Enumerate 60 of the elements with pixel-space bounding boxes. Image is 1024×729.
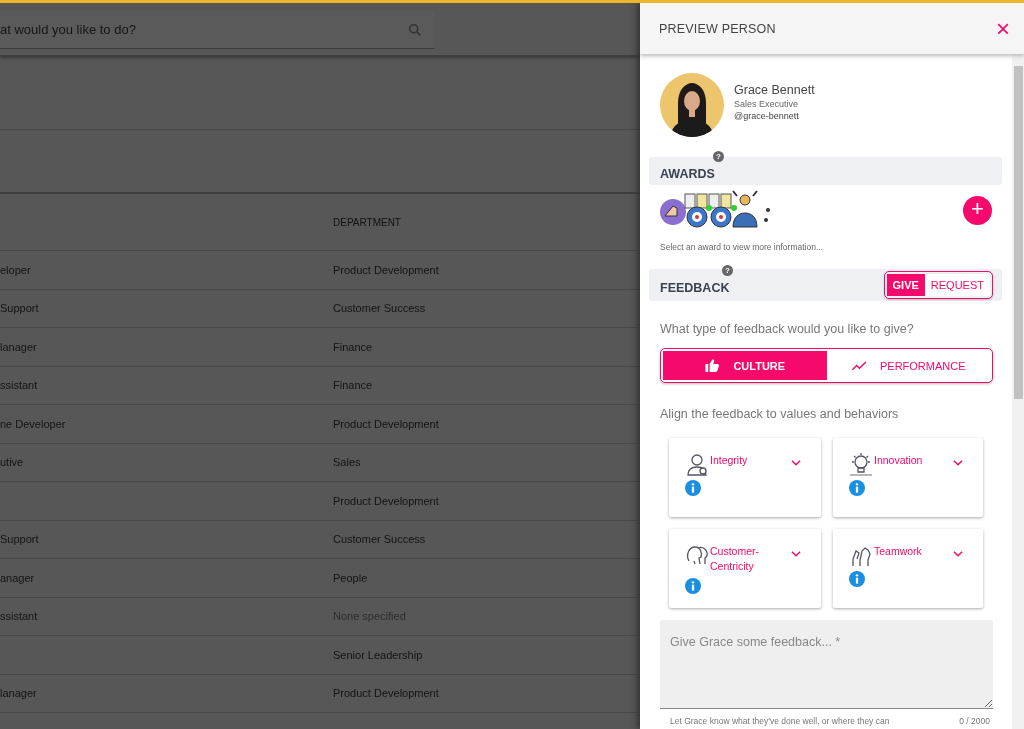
table-cell: Finance (333, 379, 373, 392)
instruction-text: Align the feedback to values and behaviors (659, 406, 900, 421)
close-button[interactable]: × (994, 16, 1012, 41)
table-cell: Product Development (333, 687, 439, 700)
feedback-field[interactable]: Give Grace some feedback... * (660, 620, 993, 709)
lightbulb-icon (849, 452, 873, 476)
value-card[interactable]: Customer-Centricity (669, 529, 821, 608)
table-cell: Customer Success (333, 302, 426, 315)
table-cell: Customer Success (333, 533, 426, 546)
help-icon[interactable]: ? (713, 151, 724, 162)
table-cell-text: anager (0, 571, 36, 584)
person-handle: @grace-bennett (734, 111, 800, 121)
column-header: DEPARTMENT (333, 216, 401, 228)
hint-text: Let Grace know what they've done well, or where they can (670, 716, 890, 726)
value-label: Innovation (874, 453, 924, 468)
value-card[interactable]: Innovation (833, 438, 983, 517)
value-card[interactable]: Integrity (669, 438, 821, 517)
table-cell-text: Support (0, 302, 40, 315)
thumbs-up-icon (704, 357, 722, 374)
table-cell: Product Development (333, 494, 439, 507)
table-cell-text: lanager (0, 687, 38, 700)
char-counter: 0 / 2000 (959, 716, 990, 726)
info-icon[interactable] (849, 571, 865, 587)
value-card[interactable]: Teamwork (833, 529, 983, 608)
person-name: Grace Bennett (734, 83, 815, 97)
table-cell-text: lanager (0, 340, 38, 353)
search-icon (407, 21, 423, 38)
section-title: AWARDS (660, 167, 715, 181)
help-icon[interactable]: ? (722, 265, 733, 276)
mode-tab[interactable]: REQUEST (924, 274, 990, 296)
table-cell-text: eloper (0, 263, 32, 276)
job-title: Sales Executive (734, 99, 800, 109)
table-cell-text: ne Developer (0, 417, 67, 430)
value-label: Integrity (710, 453, 749, 468)
table-cell: People (333, 571, 368, 584)
question-text: What type of feedback would you like to give? (659, 321, 915, 336)
heads-icon (685, 543, 709, 567)
table-cell: Product Development (333, 417, 439, 430)
table-cell: Senior Leadership (333, 648, 423, 661)
table-cell: Sales (333, 456, 361, 469)
type-tab[interactable]: CULTURE (663, 351, 827, 380)
table-cell-text: Support (0, 533, 40, 546)
person-icon (685, 452, 709, 476)
section-title: FEEDBACK (660, 281, 730, 295)
add-button[interactable]: + (963, 195, 992, 225)
info-icon[interactable] (685, 480, 701, 496)
info-icon[interactable] (685, 578, 701, 594)
scrollbar[interactable] (1012, 54, 1024, 729)
table-cell-text: utive (0, 456, 25, 469)
table-cell: Finance (333, 340, 373, 353)
table-cell-text: ssistant (0, 379, 39, 392)
search-field[interactable]: at would you like to do? (0, 11, 435, 49)
table-cell: Product Development (333, 263, 439, 276)
value-label: Customer-Centricity (710, 544, 760, 574)
mode-tab[interactable]: GIVE (886, 274, 925, 296)
awards-caption: Select an award to view more information... (659, 241, 824, 252)
value-label: Teamwork (874, 544, 923, 559)
panel-title: PREVIEW PERSON (659, 21, 776, 36)
info-icon[interactable] (849, 480, 865, 496)
table-cell-text: ssistant (0, 610, 39, 623)
